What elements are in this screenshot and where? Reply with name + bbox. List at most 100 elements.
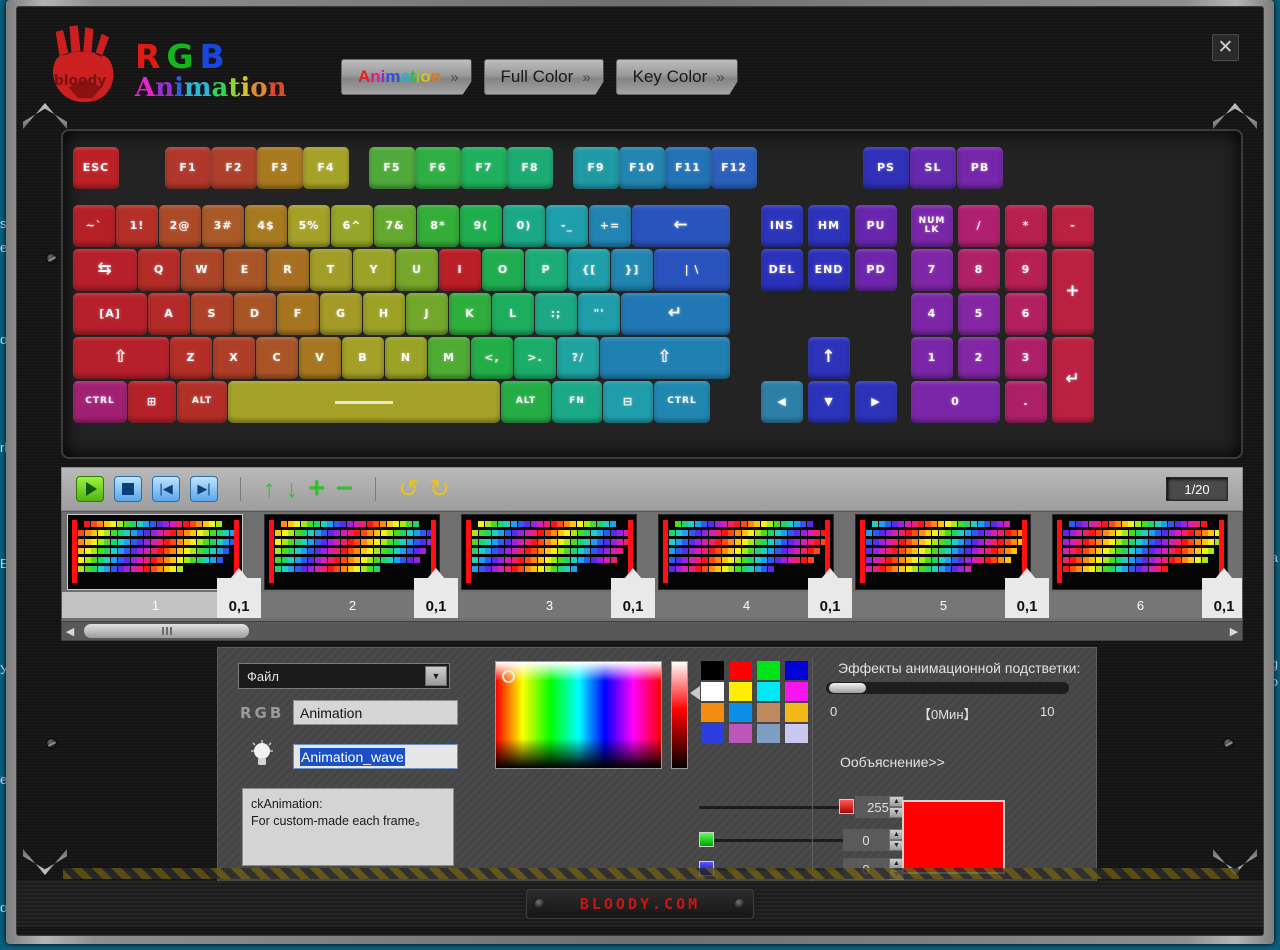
color-swatch[interactable] <box>729 682 752 701</box>
key-k[interactable]: K <box>449 293 491 335</box>
key-9[interactable]: 9 <box>1005 249 1047 291</box>
key-h[interactable]: H <box>363 293 405 335</box>
key-f10[interactable]: F10 <box>619 147 665 189</box>
frame-item[interactable]: 4 0,1 <box>653 512 852 620</box>
key-a[interactable]: A <box>148 293 190 335</box>
color-swatch[interactable] <box>701 661 724 680</box>
key-*[interactable]: * <box>1005 205 1047 247</box>
red-slider[interactable] <box>699 796 854 818</box>
key-f12[interactable]: F12 <box>711 147 757 189</box>
key-9([interactable]: 9( <box>460 205 502 247</box>
key-z[interactable]: Z <box>170 337 212 379</box>
key-v[interactable]: V <box>299 337 341 379</box>
frame-gap-marker[interactable]: 0,1 <box>1202 578 1242 618</box>
key-p[interactable]: P <box>525 249 567 291</box>
key-6[interactable]: 6 <box>1005 293 1047 335</box>
key-{[[interactable]: {[ <box>568 249 610 291</box>
green-value[interactable]: 0 <box>843 829 889 851</box>
key-sl[interactable]: SL <box>910 147 956 189</box>
saturation-value-field[interactable] <box>495 661 662 769</box>
key-ps[interactable]: PS <box>863 147 909 189</box>
effects-slider[interactable] <box>826 682 1069 694</box>
key-s[interactable]: S <box>191 293 233 335</box>
key--[interactable]: - <box>1052 205 1094 247</box>
key-⇆[interactable]: ⇆ <box>73 249 137 291</box>
key-i[interactable]: I <box>439 249 481 291</box>
key-f2[interactable]: F2 <box>211 147 257 189</box>
key-x[interactable]: X <box>213 337 255 379</box>
animation-name-input[interactable]: Animation_wave <box>293 744 458 769</box>
key-+[interactable]: + <box>1052 249 1094 335</box>
frame-gap-marker[interactable]: 0,1 <box>414 578 458 618</box>
key-b[interactable]: B <box>342 337 384 379</box>
profile-name-input[interactable]: Animation <box>293 700 458 725</box>
key--_[interactable]: -_ <box>546 205 588 247</box>
key-f6[interactable]: F6 <box>415 147 461 189</box>
green-slider-knob[interactable] <box>699 832 714 847</box>
keyboard-preview[interactable]: ESC F1 F2 F3 F4 F5 F6 F7 F8 F9 F10 F11 F12 PS SL PB ~` 1!… <box>61 129 1243 459</box>
key-d[interactable]: D <box>234 293 276 335</box>
key-f11[interactable]: F11 <box>665 147 711 189</box>
key-j[interactable]: J <box>406 293 448 335</box>
key-}][interactable]: }] <box>611 249 653 291</box>
scrollbar-thumb[interactable] <box>84 624 249 638</box>
key-↑[interactable]: ↑ <box>808 337 850 379</box>
key-m[interactable]: M <box>428 337 470 379</box>
key-ctrl[interactable]: CTRL <box>73 381 127 423</box>
key-end[interactable]: END <box>808 249 850 291</box>
frame-item[interactable]: 2 0,1 <box>259 512 458 620</box>
key-7&[interactable]: 7& <box>374 205 416 247</box>
key-⇧[interactable]: ⇧ <box>600 337 730 379</box>
key-f8[interactable]: F8 <box>507 147 553 189</box>
move-down-button[interactable]: ↓ <box>286 476 299 502</box>
tab-full-color[interactable]: Full Color » <box>483 59 604 95</box>
key-◀[interactable]: ◀ <box>761 381 803 423</box>
key-f7[interactable]: F7 <box>461 147 507 189</box>
color-swatch[interactable] <box>757 682 780 701</box>
color-swatch[interactable] <box>757 724 780 743</box>
key-alt[interactable]: ALT <box>177 381 227 423</box>
key-?/[interactable]: ?/ <box>557 337 599 379</box>
key-⊞[interactable]: ⊞ <box>128 381 176 423</box>
explanation-link[interactable]: Ообъяснение>> <box>840 754 945 770</box>
move-up-button[interactable]: ↑ <box>263 476 276 502</box>
key-+=[interactable]: += <box>589 205 631 247</box>
brightness-bar[interactable] <box>671 661 688 769</box>
key-pd[interactable]: PD <box>855 249 897 291</box>
key-f3[interactable]: F3 <box>257 147 303 189</box>
key-l[interactable]: L <box>492 293 534 335</box>
frame-item[interactable]: 6 0,1 <box>1047 512 1242 620</box>
key-▼[interactable]: ▼ <box>808 381 850 423</box>
color-swatch[interactable] <box>701 703 724 722</box>
color-swatch[interactable] <box>757 703 780 722</box>
key-/[interactable]: / <box>958 205 1000 247</box>
color-swatch[interactable] <box>785 682 808 701</box>
key-pu[interactable]: PU <box>855 205 897 247</box>
frame-gap-marker[interactable]: 0,1 <box>808 578 852 618</box>
key-y[interactable]: Y <box>353 249 395 291</box>
key-1[interactable]: 1 <box>911 337 953 379</box>
key-g[interactable]: G <box>320 293 362 335</box>
key-3[interactable]: 3 <box>1005 337 1047 379</box>
key-esc[interactable]: ESC <box>73 147 119 189</box>
key-4$[interactable]: 4$ <box>245 205 287 247</box>
key-w[interactable]: W <box>181 249 223 291</box>
previous-frame-button[interactable]: |◀ <box>152 476 180 502</box>
tab-key-color[interactable]: Key Color » <box>615 59 738 95</box>
key-.[interactable]: . <box>1005 381 1047 423</box>
key-t[interactable]: T <box>310 249 352 291</box>
redo-button[interactable]: ↻ <box>429 476 450 502</box>
key-5[interactable]: 5 <box>958 293 1000 335</box>
key-f1[interactable]: F1 <box>165 147 211 189</box>
frame-item[interactable]: 1 0,1 <box>62 512 261 620</box>
color-swatch[interactable] <box>729 724 752 743</box>
close-icon[interactable]: ✕ <box>1212 34 1239 61</box>
undo-button[interactable]: ↺ <box>398 476 419 502</box>
key-f9[interactable]: F9 <box>573 147 619 189</box>
key-pb[interactable]: PB <box>957 147 1003 189</box>
frame-gap-marker[interactable]: 0,1 <box>217 578 261 618</box>
key-▶[interactable]: ▶ <box>855 381 897 423</box>
remove-frame-button[interactable]: − <box>336 474 354 504</box>
key-5%[interactable]: 5% <box>288 205 330 247</box>
key-7[interactable]: 7 <box>911 249 953 291</box>
